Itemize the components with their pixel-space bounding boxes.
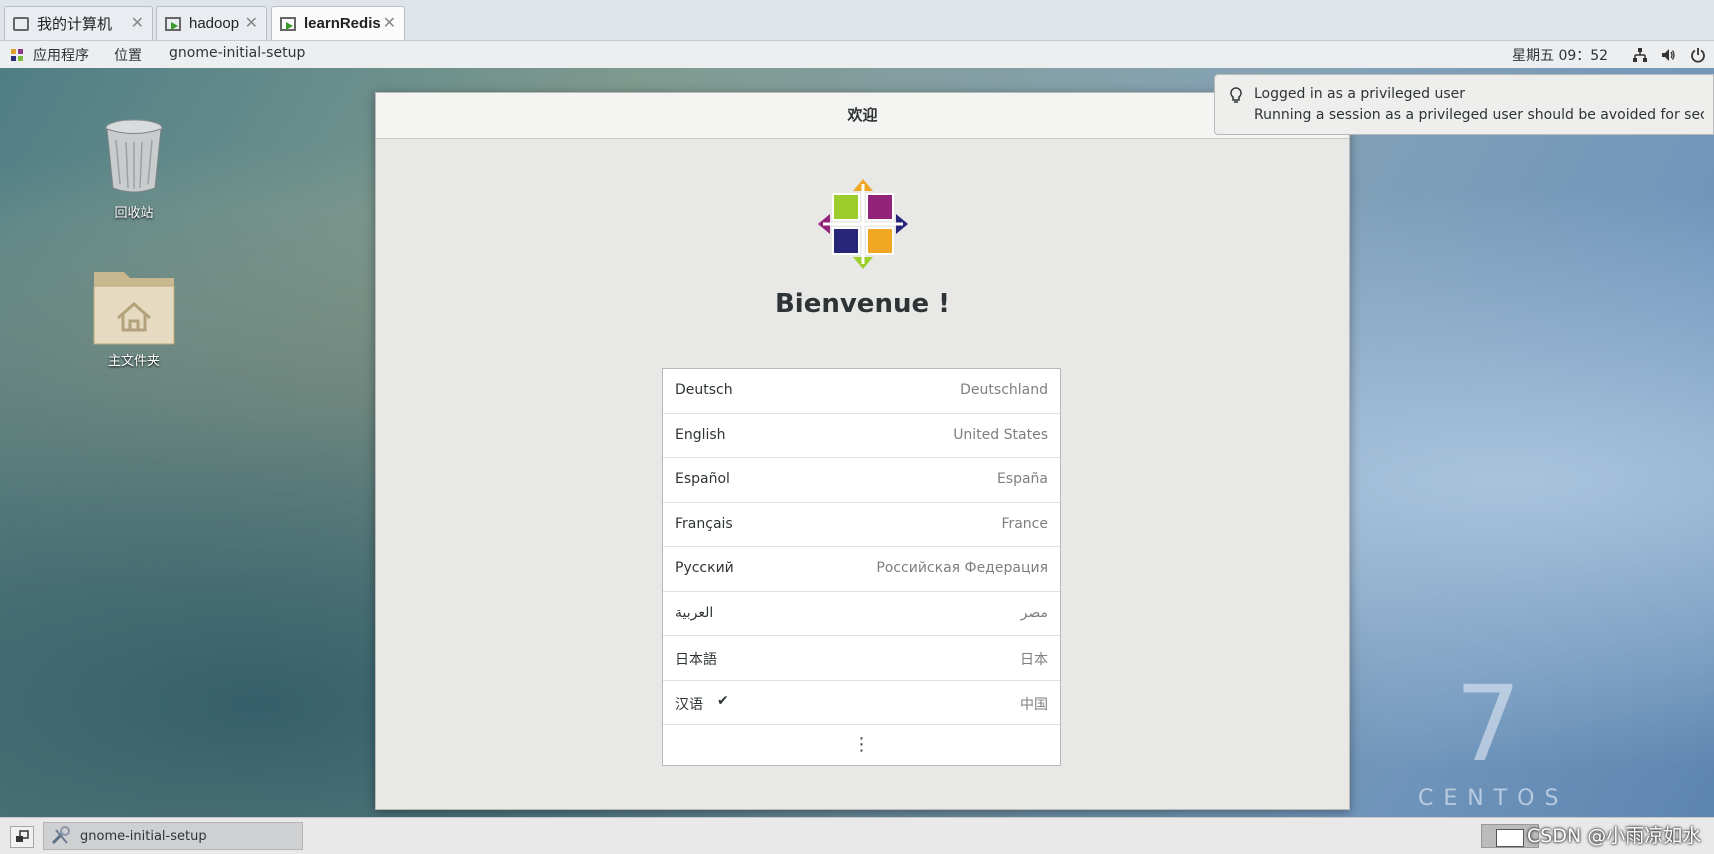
vm-icon	[165, 16, 181, 31]
trash-icon	[105, 119, 163, 193]
more-languages-button[interactable]: ⋮	[663, 725, 1060, 765]
language-region: Российская Федерация	[876, 560, 1048, 576]
language-region: España	[996, 471, 1048, 487]
centos-logo	[818, 179, 908, 269]
monitor-icon	[13, 16, 29, 31]
language-list: Deutsch Deutschland English United State…	[662, 368, 1061, 766]
language-region: Deutschland	[960, 382, 1048, 398]
language-name: Español	[675, 471, 730, 487]
vm-tab-strip: 我的计算机 ✕ hadoop ✕ learnRedis ✕	[0, 0, 1714, 41]
applications-menu[interactable]: 应用程序	[33, 45, 89, 65]
welcome-heading: Bienvenue !	[774, 289, 951, 319]
language-name: العربية	[675, 604, 714, 621]
notification-title: Logged in as a privileged user	[1254, 86, 1465, 102]
lightbulb-icon	[1230, 87, 1242, 103]
language-name: 汉语	[675, 696, 703, 713]
home-folder-icon	[93, 272, 175, 345]
language-name: 日本語	[675, 652, 717, 668]
tab-label: hadoop	[189, 15, 240, 32]
language-name: Deutsch	[675, 382, 733, 398]
dialog-title: 欢迎	[376, 93, 1349, 139]
language-name: English	[675, 426, 726, 443]
initial-setup-dialog: 欢迎 Bienvenue ! Deutsch Deutschland Engli…	[375, 92, 1350, 810]
vm-tab-my-computer[interactable]: 我的计算机 ✕	[4, 6, 153, 40]
csdn-watermark: CSDN @小雨凉如水	[1527, 825, 1702, 847]
task-label: gnome-initial-setup	[80, 828, 207, 844]
network-icon[interactable]	[1632, 47, 1648, 63]
language-region: مصر	[1020, 604, 1048, 621]
language-name: Français	[675, 515, 733, 532]
notification-banner[interactable]: Logged in as a privileged user Running a…	[1214, 74, 1714, 135]
desktop-icon-trash[interactable]: 回收站	[98, 118, 170, 221]
notification-body: Running a session as a privileged user s…	[1254, 107, 1704, 123]
places-menu[interactable]: 位置	[114, 45, 142, 65]
centos-seven-mark: 7	[1455, 663, 1522, 785]
language-name: Русский	[675, 560, 734, 576]
language-row[interactable]: 日本語 日本	[663, 636, 1060, 681]
language-row[interactable]: English United States	[663, 414, 1060, 458]
desktop-icon-label: 主文件夹	[107, 354, 160, 369]
gnome-top-bar: 应用程序 位置 gnome-initial-setup 星期五 09：52	[0, 41, 1714, 69]
task-gnome-initial-setup[interactable]: gnome-initial-setup	[43, 822, 303, 850]
desktop-icon-label: 回收站	[114, 206, 154, 221]
bottom-taskbar: gnome-initial-setup	[0, 817, 1714, 854]
vm-tab-hadoop[interactable]: hadoop ✕	[156, 6, 267, 40]
language-region: United States	[953, 426, 1048, 443]
setup-tools-icon	[51, 826, 70, 845]
language-row[interactable]: Deutsch Deutschland	[663, 369, 1060, 414]
language-row[interactable]: العربية مصر	[663, 592, 1060, 636]
clock[interactable]: 星期五 09：52	[1512, 45, 1608, 65]
volume-icon[interactable]	[1660, 47, 1676, 63]
language-row[interactable]: Français France	[663, 503, 1060, 547]
language-row[interactable]: Español España	[663, 458, 1060, 503]
applications-icon	[11, 49, 23, 61]
vm-tab-learnredis[interactable]: learnRedis ✕	[271, 6, 405, 40]
show-desktop-button[interactable]	[10, 826, 34, 848]
checkmark-icon: ✔	[717, 692, 729, 709]
tab-label: learnRedis	[304, 15, 381, 32]
close-icon[interactable]: ✕	[131, 13, 144, 32]
language-row-selected[interactable]: 汉语 ✔ 中国	[663, 681, 1060, 725]
show-desktop-icon	[16, 830, 29, 842]
language-region: 日本	[1020, 652, 1048, 668]
language-region: 中国	[1020, 696, 1048, 713]
desktop-icon-home[interactable]: 主文件夹	[90, 264, 178, 369]
power-icon[interactable]	[1690, 47, 1706, 63]
close-icon[interactable]: ✕	[245, 13, 258, 32]
close-icon[interactable]: ✕	[383, 13, 396, 32]
active-app-menu[interactable]: gnome-initial-setup	[169, 45, 305, 61]
language-row[interactable]: Русский Российская Федерация	[663, 547, 1060, 592]
vm-icon	[280, 16, 296, 31]
tab-label: 我的计算机	[37, 16, 113, 33]
language-region: France	[1001, 515, 1048, 532]
centos-wordmark: CENTOS	[1418, 786, 1569, 811]
